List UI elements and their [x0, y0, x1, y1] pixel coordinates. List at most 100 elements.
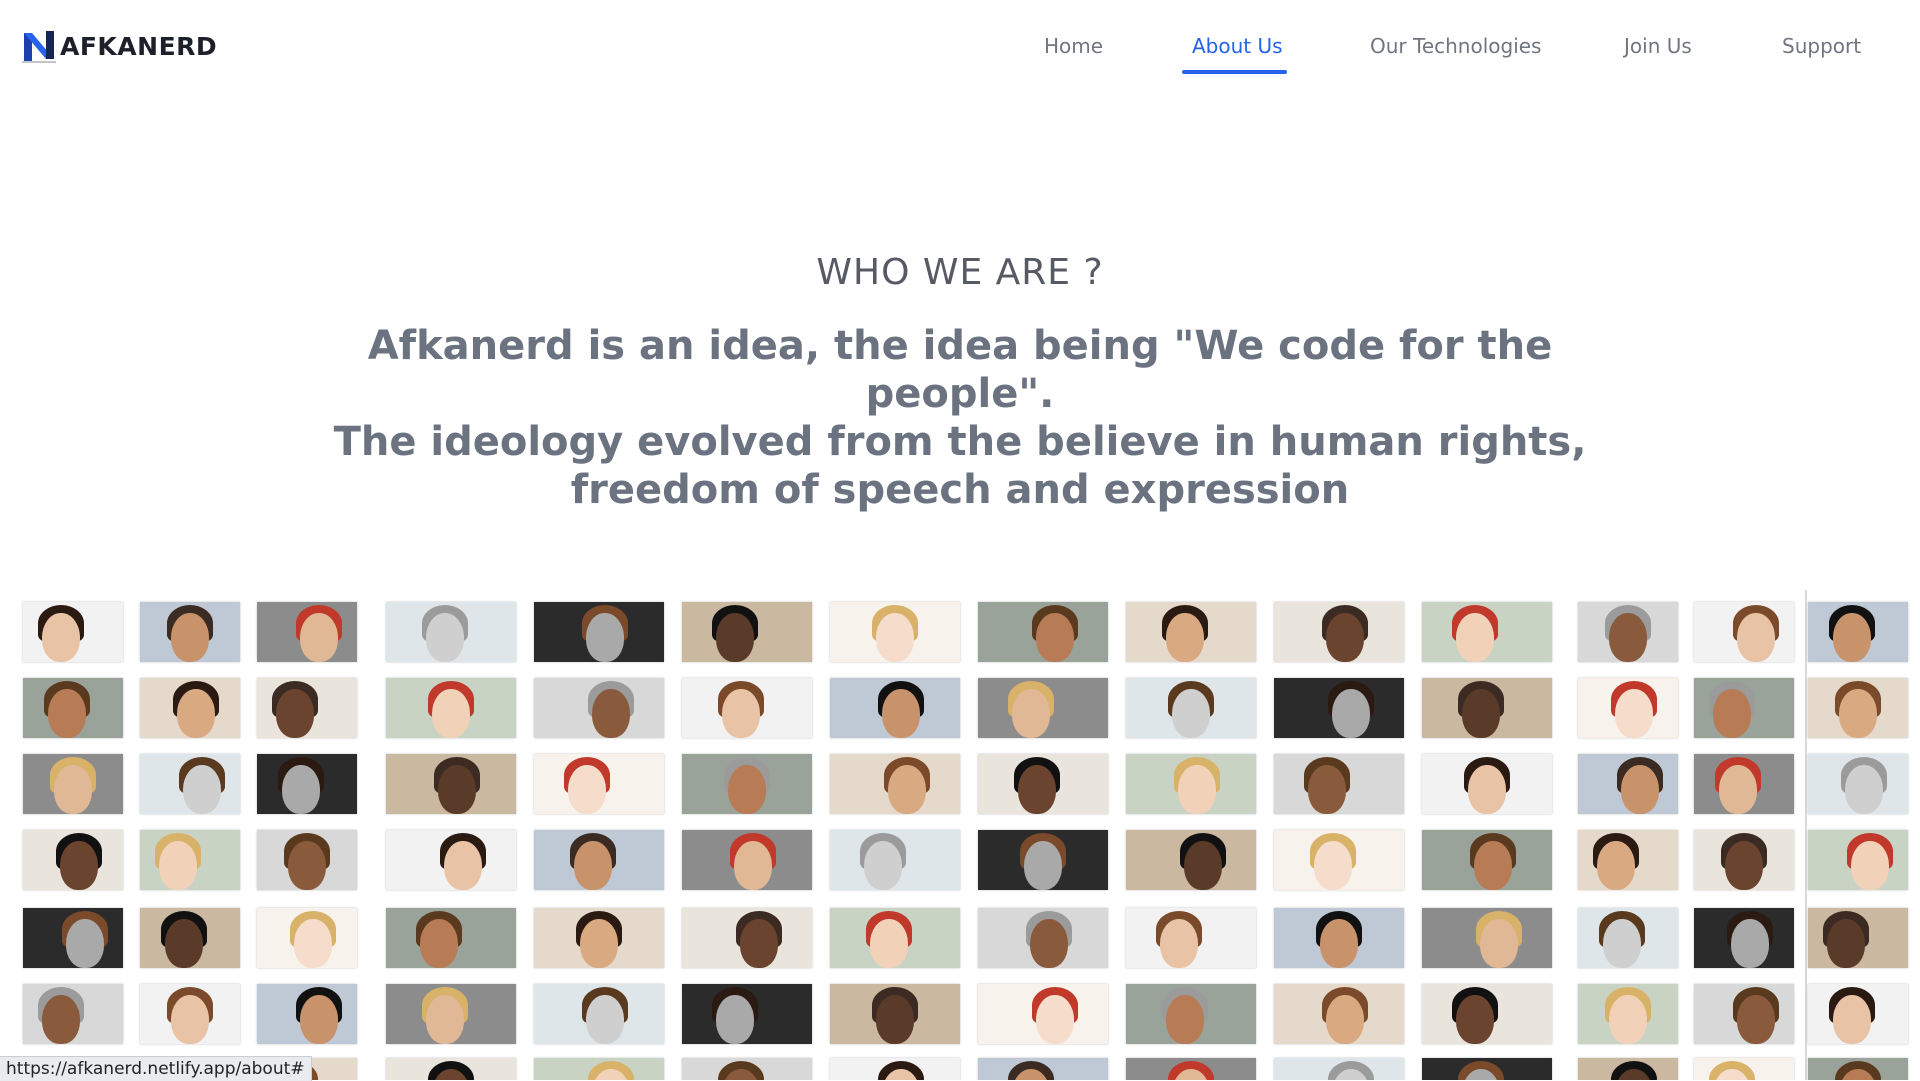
portrait-photo [257, 908, 357, 968]
portrait-photo [682, 908, 812, 968]
portrait-photo [1808, 1058, 1908, 1080]
nav-support[interactable]: Support [1782, 34, 1861, 58]
portrait-photo [978, 908, 1108, 968]
portrait-photo [1694, 602, 1794, 662]
browser-status-bar: https://afkanerd.netlify.app/about# [0, 1056, 312, 1081]
portrait-photo [140, 602, 240, 662]
site-header: AFKANERD Home About Us Our Technologies … [0, 0, 1920, 100]
portrait-photo [682, 830, 812, 890]
mission-line-2: The ideology evolved from the believe in… [333, 419, 1587, 513]
portrait-photo [830, 1058, 960, 1080]
portrait-photo [386, 908, 516, 968]
portrait-photo [830, 678, 960, 738]
portrait-photo [257, 678, 357, 738]
portrait-photo [1126, 984, 1256, 1044]
portrait-photo [1422, 678, 1552, 738]
portrait-photo [140, 754, 240, 814]
portrait-photo [1126, 908, 1256, 968]
portrait-photo [682, 754, 812, 814]
portrait-photo [534, 678, 664, 738]
portrait-photo [978, 678, 1108, 738]
portrait-photo [23, 602, 123, 662]
portrait-photo [1694, 678, 1794, 738]
portrait-photo [830, 602, 960, 662]
portrait-photo [1808, 754, 1908, 814]
portrait-photo [534, 830, 664, 890]
portrait-photo [534, 754, 664, 814]
nav-our-technologies[interactable]: Our Technologies [1370, 34, 1541, 58]
portrait-photo [1808, 602, 1908, 662]
portrait-photo [1274, 1058, 1404, 1080]
portrait-photo [978, 1058, 1108, 1080]
portrait-photo [23, 678, 123, 738]
portrait-photo [1422, 908, 1552, 968]
portrait-photo [386, 678, 516, 738]
main-nav: Home About Us Our Technologies Join Us S… [0, 34, 1920, 74]
portrait-photo [534, 908, 664, 968]
portrait-photo [1126, 602, 1256, 662]
portrait-photo [534, 984, 664, 1044]
portrait-photo [1126, 830, 1256, 890]
photo-wall [0, 590, 1920, 1080]
portrait-photo [978, 830, 1108, 890]
portrait-photo [1578, 908, 1678, 968]
portrait-photo [1422, 754, 1552, 814]
portrait-photo [140, 830, 240, 890]
portrait-photo [257, 830, 357, 890]
portrait-photo [140, 678, 240, 738]
portrait-photo [1578, 1058, 1678, 1080]
mission-statement: Afkanerd is an idea, the idea being "We … [300, 322, 1620, 514]
portrait-photo [1274, 984, 1404, 1044]
nav-about-us[interactable]: About Us [1192, 34, 1283, 58]
portrait-photo [682, 602, 812, 662]
portrait-photo [1274, 602, 1404, 662]
mission-line-1: Afkanerd is an idea, the idea being "We … [367, 323, 1553, 417]
portrait-photo [23, 754, 123, 814]
portrait-photo [1808, 678, 1908, 738]
portrait-photo [23, 908, 123, 968]
portrait-photo [386, 602, 516, 662]
portrait-photo [1274, 678, 1404, 738]
portrait-photo [1274, 754, 1404, 814]
portrait-photo [1274, 908, 1404, 968]
portrait-photo [1422, 602, 1552, 662]
nav-join-us[interactable]: Join Us [1624, 34, 1692, 58]
portrait-photo [1808, 830, 1908, 890]
portrait-photo [386, 984, 516, 1044]
portrait-photo [1694, 908, 1794, 968]
portrait-photo [1808, 984, 1908, 1044]
portrait-photo [978, 754, 1108, 814]
nav-home[interactable]: Home [1044, 34, 1103, 58]
portrait-photo [682, 1058, 812, 1080]
portrait-photo [534, 1058, 664, 1080]
wall-divider [1805, 590, 1807, 1080]
portrait-photo [830, 908, 960, 968]
portrait-photo [1694, 1058, 1794, 1080]
portrait-photo [682, 678, 812, 738]
portrait-photo [1578, 678, 1678, 738]
portrait-photo [682, 984, 812, 1044]
portrait-photo [534, 602, 664, 662]
portrait-photo [1578, 984, 1678, 1044]
section-title: WHO WE ARE ? [816, 252, 1104, 293]
portrait-photo [23, 984, 123, 1044]
portrait-photo [830, 830, 960, 890]
portrait-photo [1422, 1058, 1552, 1080]
portrait-photo [140, 984, 240, 1044]
portrait-photo [1694, 984, 1794, 1044]
portrait-photo [1578, 602, 1678, 662]
portrait-photo [140, 908, 240, 968]
portrait-photo [830, 754, 960, 814]
portrait-photo [1126, 678, 1256, 738]
portrait-photo [257, 754, 357, 814]
portrait-photo [386, 1058, 516, 1080]
portrait-photo [1126, 1058, 1256, 1080]
portrait-photo [257, 984, 357, 1044]
portrait-photo [1422, 984, 1552, 1044]
portrait-photo [1694, 830, 1794, 890]
portrait-photo [1694, 754, 1794, 814]
portrait-photo [386, 830, 516, 890]
portrait-photo [1578, 754, 1678, 814]
portrait-photo [1126, 754, 1256, 814]
portrait-photo [386, 754, 516, 814]
